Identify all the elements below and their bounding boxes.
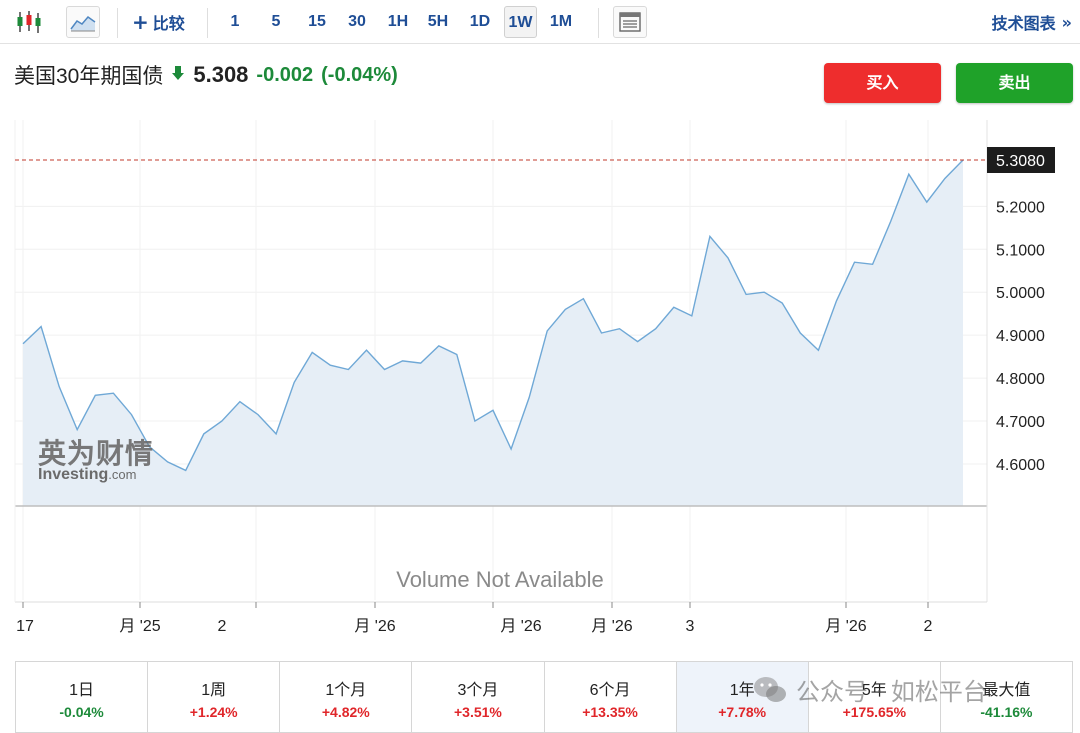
wechat-watermark: 公众号 · 如松平台 xyxy=(752,672,987,707)
x-tick-label: 3 xyxy=(686,618,695,635)
last-value-label: 5.3080 xyxy=(996,153,1045,170)
y-tick-label: 5.1000 xyxy=(996,242,1045,259)
chart-toolbar: + 比较 1 5 15 30 1H 5H 1D 1W 1M 技术图表 » xyxy=(0,0,1080,44)
toolbar-divider xyxy=(207,8,208,38)
x-tick-label: 月 '26 xyxy=(825,618,866,635)
wechat-icon xyxy=(754,676,786,702)
volume-unavailable-text: Volume Not Available xyxy=(396,567,604,592)
price-chart[interactable]: 5.2000 5.1000 5.0000 4.9000 4.8000 4.7000 4.60… xyxy=(0,120,1080,640)
compare-button[interactable]: + 比较 xyxy=(132,10,185,34)
chevron-right-icon: » xyxy=(1061,12,1072,32)
arrow-down-icon xyxy=(171,65,185,86)
y-tick-label: 4.9000 xyxy=(996,328,1045,345)
investing-watermark: 英为财情 Investing.com xyxy=(38,432,154,484)
period-label: 1日 xyxy=(69,682,95,699)
watermark-cn: 英为财情 xyxy=(38,438,155,469)
interval-15[interactable]: 15 xyxy=(302,6,332,38)
period-change: -0.04% xyxy=(59,704,104,720)
y-tick-label: 4.7000 xyxy=(996,414,1045,431)
x-tick-label: 月 '25 xyxy=(119,618,160,635)
y-tick-label: 4.8000 xyxy=(996,371,1045,388)
interval-1m[interactable]: 1M xyxy=(546,6,576,38)
interval-5[interactable]: 5 xyxy=(263,6,289,38)
interval-5h[interactable]: 5H xyxy=(423,6,453,38)
period-change: +4.82% xyxy=(321,704,370,720)
period-change: +1.24% xyxy=(189,704,238,720)
period-1[interactable]: 1周 +1.24% xyxy=(148,662,281,732)
x-tick-label: 2 xyxy=(924,618,933,635)
toolbar-divider xyxy=(598,8,599,38)
x-tick-label: 月 '26 xyxy=(500,618,541,635)
toolbar-divider xyxy=(117,8,118,38)
plus-icon: + xyxy=(132,10,149,34)
period-4[interactable]: 6个月 +13.35% xyxy=(545,662,677,732)
layout-icon[interactable] xyxy=(613,6,647,38)
wechat-text: 公众号 · 如松平台 xyxy=(796,678,987,706)
instrument-change-pct: (-0.04%) xyxy=(321,63,398,86)
tech-chart-label: 技术图表 xyxy=(991,14,1056,33)
interval-1d[interactable]: 1D xyxy=(465,6,495,38)
period-change: +13.35% xyxy=(582,704,638,720)
instrument-header: 美国30年期国债 5.308 -0.002 (-0.04%) xyxy=(14,60,398,90)
x-tick-label: 月 '26 xyxy=(591,618,632,635)
x-tick-label: 2 xyxy=(218,618,227,635)
period-label: 1周 xyxy=(201,682,227,699)
y-tick-label: 5.0000 xyxy=(996,285,1045,302)
candlestick-icon[interactable] xyxy=(12,6,46,38)
tech-chart-link[interactable]: 技术图表 » xyxy=(992,10,1072,34)
sell-button[interactable]: 卖出 xyxy=(956,63,1073,103)
period-0[interactable]: 1日 -0.04% xyxy=(16,662,149,732)
chart-canvas: 5.2000 5.1000 5.0000 4.9000 4.8000 4.7000 4.60… xyxy=(14,120,1055,635)
period-label: 6个月 xyxy=(589,682,631,699)
period-2[interactable]: 1个月 +4.82% xyxy=(280,662,413,732)
x-tick-label: 月 '26 xyxy=(354,618,395,635)
interval-1h[interactable]: 1H xyxy=(383,6,413,38)
interval-1[interactable]: 1 xyxy=(222,6,248,38)
buy-button[interactable]: 买入 xyxy=(824,63,941,103)
y-tick-label: 5.2000 xyxy=(996,199,1045,216)
interval-30[interactable]: 30 xyxy=(342,6,372,38)
area-chart-icon[interactable] xyxy=(66,6,100,38)
period-label: 1个月 xyxy=(325,682,367,699)
period-change: +3.51% xyxy=(454,704,502,720)
period-label: 3个月 xyxy=(457,682,499,699)
x-tick-label: 17 xyxy=(16,618,34,635)
period-3[interactable]: 3个月 +3.51% xyxy=(412,662,545,732)
instrument-price: 5.308 xyxy=(193,62,249,87)
compare-label: 比较 xyxy=(152,14,185,33)
y-tick-label: 4.6000 xyxy=(996,457,1045,474)
interval-1w[interactable]: 1W xyxy=(504,6,537,38)
instrument-change: -0.002 xyxy=(256,63,314,86)
instrument-name: 美国30年期国债 xyxy=(14,65,164,88)
